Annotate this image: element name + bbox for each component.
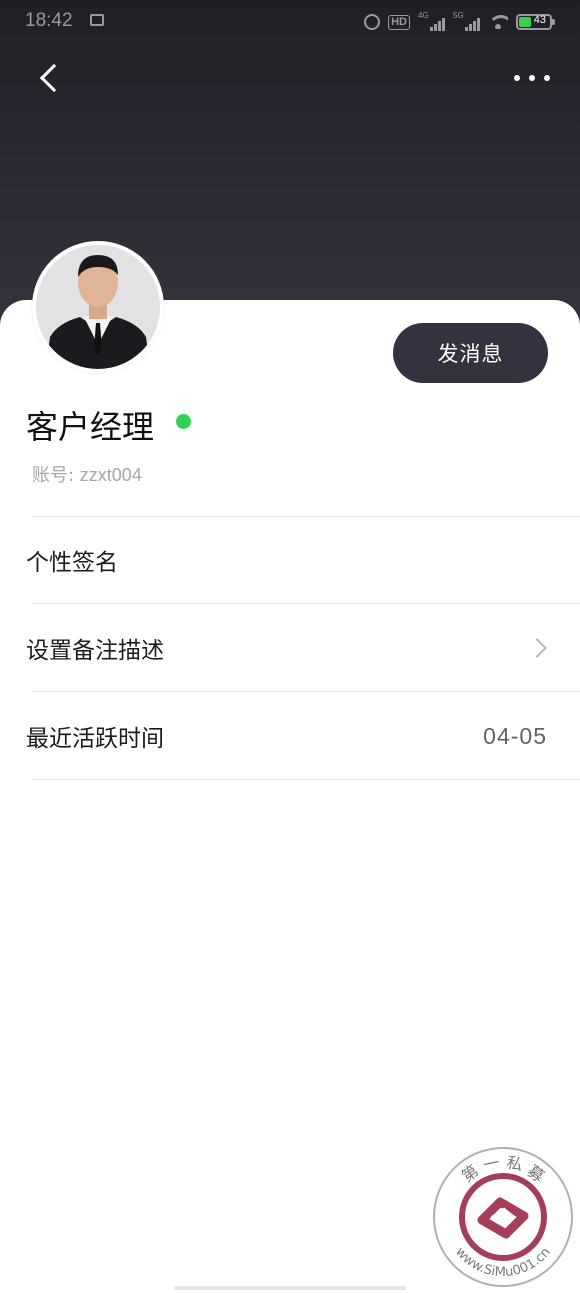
- online-status-indicator: [176, 414, 191, 429]
- message-notification-icon: [90, 14, 104, 26]
- battery-level: 43: [533, 14, 546, 26]
- alarm-icon: [364, 14, 381, 30]
- avatar-photo: [36, 245, 160, 369]
- more-dots-icon: [514, 75, 520, 81]
- profile-name: 客户经理: [26, 408, 155, 446]
- last-active-value: 04-05: [483, 722, 547, 749]
- status-time: 18:42: [25, 10, 73, 31]
- account-label: 账号:: [32, 465, 80, 486]
- divider: [32, 691, 580, 692]
- chevron-right-icon: [527, 638, 547, 658]
- account-id-line: 账号: zzxt004: [32, 461, 142, 487]
- status-bar: 18:42 HD 4G 5G 43: [0, 0, 580, 44]
- back-button[interactable]: [36, 60, 69, 100]
- battery-icon: 43: [516, 14, 555, 30]
- row-label: 设置备注描述: [26, 638, 164, 664]
- row-label: 最近活跃时间: [26, 726, 164, 752]
- signal-5g-icon: 5G: [453, 11, 480, 31]
- more-dots-icon: [529, 75, 535, 81]
- signal-5g-label: 5G: [453, 11, 464, 20]
- divider: [32, 603, 580, 604]
- row-last-active: 最近活跃时间 04-05: [0, 693, 580, 779]
- chevron-left-icon: [39, 63, 69, 93]
- watermark-logo: 第 一 私 募 www.SiMu001.cn: [432, 1146, 574, 1288]
- more-dots-icon: [544, 75, 550, 81]
- home-indicator: [174, 1286, 406, 1290]
- wifi-icon: [488, 15, 508, 29]
- row-set-remark[interactable]: 设置备注描述: [0, 605, 580, 691]
- divider: [32, 779, 580, 780]
- more-options-button[interactable]: [514, 66, 550, 90]
- row-signature[interactable]: 个性签名: [0, 517, 580, 603]
- avatar[interactable]: [32, 241, 164, 373]
- signal-4g-label: 4G: [418, 11, 429, 20]
- account-id: zzxt004: [79, 465, 142, 485]
- row-label: 个性签名: [26, 550, 118, 576]
- hd-icon: HD: [388, 14, 410, 30]
- send-message-button[interactable]: 发消息: [393, 323, 548, 383]
- signal-4g-icon: 4G: [418, 11, 445, 31]
- profile-card: [0, 300, 580, 1293]
- status-icons: HD 4G 5G 43: [364, 10, 555, 34]
